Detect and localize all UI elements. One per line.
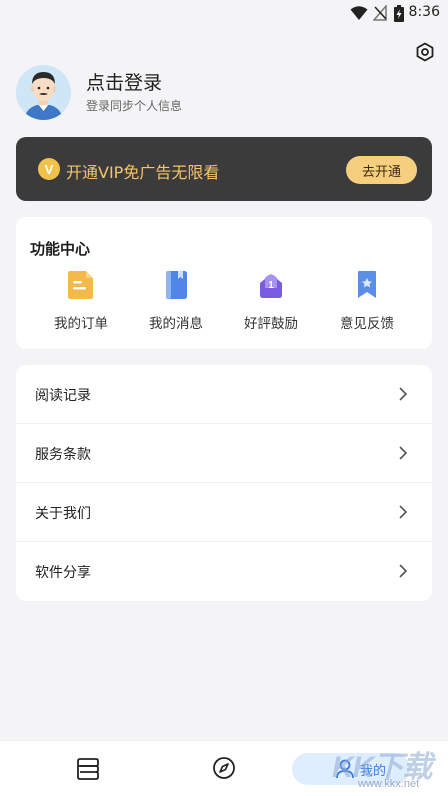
svg-text:1: 1 — [268, 280, 274, 291]
bookshelf-icon — [77, 758, 99, 780]
tab-mine-label: 我的 — [360, 764, 387, 779]
my-messages-item[interactable]: 我的消息 — [140, 270, 212, 334]
menu-share-app[interactable]: 软件分享 — [16, 542, 432, 601]
vip-banner[interactable]: V 开通VIP免广告无限看 去开通 — [16, 137, 432, 201]
clock: 8:36 — [408, 4, 440, 20]
avatar-illustration — [16, 65, 71, 120]
activate-vip-button[interactable]: 去开通 — [346, 156, 417, 184]
avatar[interactable] — [16, 65, 71, 120]
settings-menu: 阅读记录 服务条款 关于我们 软件分享 — [16, 365, 432, 601]
rating-item[interactable]: 1 好評鼓励 — [235, 270, 307, 334]
chevron-right-icon — [399, 564, 408, 578]
settings-icon — [416, 42, 434, 62]
menu-terms-of-service[interactable]: 服务条款 — [16, 424, 432, 483]
tab-discover[interactable] — [212, 756, 236, 780]
vip-badge-icon: V — [38, 158, 60, 180]
profile-header[interactable]: 点击登录 登录同步个人信息 — [16, 65, 436, 123]
feedback-label: 意见反馈 — [340, 316, 394, 332]
chevron-right-icon — [399, 446, 408, 460]
compass-icon — [213, 757, 235, 779]
my-orders-label: 我的订单 — [54, 316, 108, 332]
menu-label: 关于我们 — [35, 506, 91, 522]
menu-label: 服务条款 — [35, 447, 91, 463]
vip-promo-text: 开通VIP免广告无限看 — [66, 163, 220, 182]
feedback-bookmark-icon — [358, 271, 376, 298]
wifi-icon — [350, 6, 368, 20]
login-subtitle: 登录同步个人信息 — [86, 99, 183, 113]
chevron-right-icon — [399, 387, 408, 401]
function-center-card: 功能中心 我的订单 我的消息 1 好評鼓励 意见反馈 — [16, 217, 432, 349]
menu-label: 阅读记录 — [35, 388, 91, 404]
no-signal-icon — [373, 5, 387, 21]
chevron-right-icon — [399, 505, 408, 519]
battery-charging-icon — [394, 5, 404, 22]
feedback-item[interactable]: 意见反馈 — [331, 270, 403, 334]
my-orders-item[interactable]: 我的订单 — [45, 270, 117, 334]
tab-mine[interactable]: 我的 — [292, 753, 410, 785]
rating-label: 好評鼓励 — [244, 316, 298, 332]
status-bar: 8:36 — [0, 0, 448, 26]
order-icon — [68, 271, 93, 299]
bottom-nav: 我的 — [0, 740, 448, 796]
user-icon — [336, 759, 354, 779]
menu-about-us[interactable]: 关于我们 — [16, 483, 432, 542]
rating-badge-icon: 1 — [260, 274, 282, 298]
my-messages-label: 我的消息 — [149, 316, 203, 332]
login-title[interactable]: 点击登录 — [86, 68, 162, 95]
tab-bookshelf[interactable] — [75, 757, 101, 781]
function-center-title: 功能中心 — [30, 240, 91, 258]
settings-button[interactable] — [413, 40, 437, 64]
message-book-icon — [166, 271, 187, 299]
menu-reading-history[interactable]: 阅读记录 — [16, 365, 432, 424]
menu-label: 软件分享 — [35, 565, 91, 581]
